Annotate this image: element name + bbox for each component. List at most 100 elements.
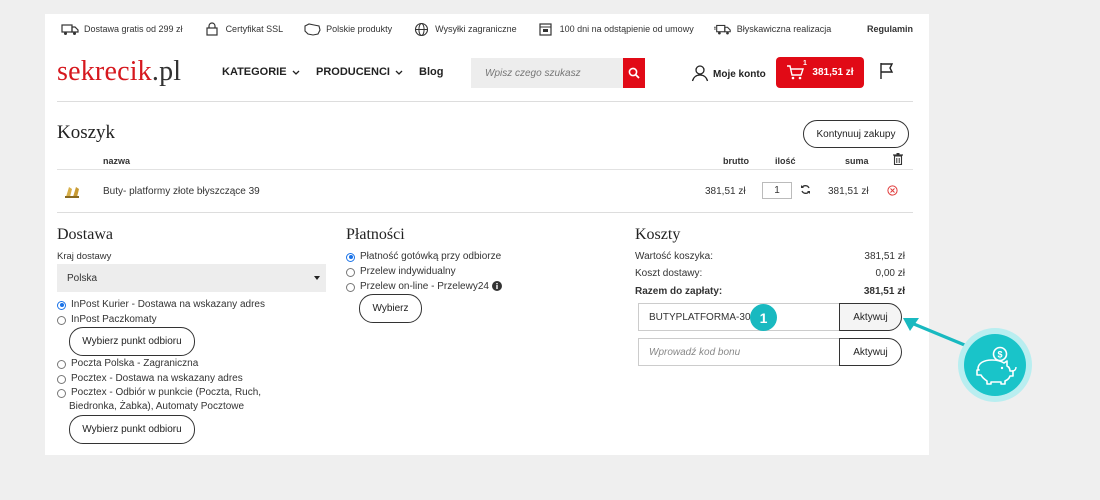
chevron-down-icon — [395, 68, 403, 77]
radio-checked[interactable] — [57, 300, 66, 310]
activate-voucher-button[interactable]: Aktywuj — [839, 338, 902, 366]
shipping-label: Koszt dostawy: — [635, 268, 703, 279]
delivery-option-inpost-paczkomaty[interactable]: InPost Paczkomaty — [57, 313, 157, 327]
total-label: Razem do zapłaty: — [635, 286, 723, 297]
activate-promo-button[interactable]: Aktywuj — [839, 303, 902, 331]
search-button[interactable] — [623, 58, 645, 88]
country-select[interactable]: Polska — [57, 264, 326, 292]
radio[interactable] — [57, 315, 66, 325]
search-icon — [628, 67, 640, 79]
radio[interactable] — [57, 359, 66, 369]
option-label: Przelew indywidualny — [360, 266, 456, 277]
option-label: Przelew on-line - Przelewy24 — [360, 281, 489, 292]
nav-kategorie[interactable]: KATEGORIE — [222, 66, 300, 78]
total-row: Razem do zapłaty: 381,51 zł — [635, 286, 905, 297]
choose-pickup-point-button-2[interactable]: Wybierz punkt odbioru — [69, 415, 195, 444]
voucher-code-input[interactable]: Wprowadź kod bonu — [638, 338, 840, 366]
product-name-link[interactable]: Buty- platformy złote błyszczące 39 — [103, 186, 260, 197]
continue-shopping-button[interactable]: Kontynuuj zakupy — [803, 120, 909, 148]
choose-payment-button[interactable]: Wybierz — [359, 294, 422, 323]
cart-value-label: Wartość koszyka: — [635, 251, 713, 262]
regulamin-link[interactable]: Regulamin — [867, 24, 913, 34]
cart-value-row: Wartość koszyka: 381,51 zł — [635, 251, 905, 262]
language-flag-icon[interactable] — [879, 62, 895, 85]
total-value: 381,51 zł — [863, 286, 905, 297]
payment-option-cash[interactable]: Płatność gotówką przy odbiorze — [346, 250, 501, 264]
refresh-icon[interactable] — [800, 184, 811, 198]
delivery-option-poczta-zagraniczna[interactable]: Poczta Polska - Zagraniczna — [57, 357, 198, 371]
costs-title: Koszty — [635, 226, 681, 243]
delivery-title: Dostawa — [57, 226, 113, 243]
trash-icon[interactable] — [893, 153, 903, 167]
col-sum: suma — [845, 156, 869, 166]
ssl-icon — [203, 22, 221, 36]
step-marker: 1 — [750, 304, 777, 331]
country-label: Kraj dostawy — [57, 251, 112, 262]
delivery-option-inpost-kurier[interactable]: InPost Kurier - Dostawa na wskazany adre… — [57, 298, 265, 312]
shipping-value: 0,00 zł — [875, 268, 905, 279]
cart-button[interactable]: 1 381,51 zł — [776, 57, 864, 88]
option-label: Pocztex - Odbiór w punkcie (Poczta, Ruch… — [71, 387, 262, 398]
site-header: sekrecik.pl KATEGORIE PRODUCENCI Blog Wp… — [57, 44, 913, 102]
topbar-item-ssl: Certyfikat SSL — [203, 22, 284, 36]
topbar-label: Błyskawiczna realizacja — [736, 24, 832, 34]
payment-option-przelewy24[interactable]: Przelew on-line - Przelewy24 — [346, 280, 502, 294]
remove-item-icon[interactable] — [887, 185, 898, 199]
calendar-icon — [537, 22, 555, 36]
topbar-item-polish: Polskie produkty — [303, 22, 392, 36]
nav-label: KATEGORIE — [222, 66, 287, 78]
nav-label: Blog — [419, 66, 444, 78]
quantity-input[interactable]: 1 — [762, 182, 792, 199]
option-label: Pocztex - Dostawa na wskazany adres — [71, 373, 243, 384]
product-thumbnail-icon[interactable] — [64, 183, 84, 202]
account-link[interactable]: Moje konto — [691, 64, 766, 85]
delivery-icon — [61, 22, 79, 36]
payment-title: Płatności — [346, 226, 405, 243]
cart-total: 381,51 zł — [812, 67, 854, 78]
option-label: InPost Paczkomaty — [71, 314, 157, 325]
top-info-bar: Dostawa gratis od 299 zł Certyfikat SSL … — [61, 14, 913, 44]
country-value: Polska — [67, 272, 98, 284]
radio-checked[interactable] — [346, 252, 355, 262]
logo-tld: .pl — [151, 56, 182, 87]
caret-down-icon — [314, 276, 320, 280]
nav-blog[interactable]: Blog — [419, 66, 443, 78]
choose-pickup-point-button[interactable]: Wybierz punkt odbioru — [69, 327, 195, 356]
delivery-option-pocztex-punkt[interactable]: Pocztex - Odbiór w punkcie (Poczta, Ruch… — [57, 386, 261, 400]
cart-value: 381,51 zł — [864, 251, 905, 262]
option-label: Poczta Polska - Zagraniczna — [71, 358, 199, 369]
topbar-label: Wysyłki zagraniczne — [435, 24, 517, 34]
globe-icon — [412, 22, 430, 36]
topbar-label: Dostawa gratis od 299 zł — [84, 24, 183, 34]
option-label: InPost Kurier - Dostawa na wskazany adre… — [71, 299, 265, 310]
col-price: brutto — [723, 156, 749, 166]
topbar-item-fast: Błyskawiczna realizacja — [713, 22, 832, 36]
cart-table-header: nazwa brutto ilość suma — [57, 152, 913, 170]
shipping-row: Koszt dostawy: 0,00 zł — [635, 268, 905, 279]
cart-count-badge: 1 — [803, 60, 807, 67]
logo[interactable]: sekrecik.pl — [57, 56, 181, 88]
option-label: Płatność gotówką przy odbiorze — [360, 251, 502, 262]
delivery-option-pocztex-adres[interactable]: Pocztex - Dostawa na wskazany adres — [57, 372, 243, 386]
nav-producenci[interactable]: PRODUCENCI — [316, 66, 403, 78]
payment-option-transfer[interactable]: Przelew indywidualny — [346, 265, 456, 279]
radio[interactable] — [57, 388, 66, 398]
cart-title: Koszyk — [57, 122, 116, 143]
info-icon[interactable] — [491, 281, 502, 291]
svg-text:$: $ — [997, 350, 1002, 360]
radio[interactable] — [346, 282, 355, 292]
page: Dostawa gratis od 299 zł Certyfikat SSL … — [45, 14, 929, 455]
topbar-label: Certyfikat SSL — [225, 24, 284, 34]
poland-map-icon — [303, 22, 321, 36]
promo-code-input[interactable]: BUTYPLATFORMA-30 — [638, 303, 840, 331]
radio[interactable] — [57, 374, 66, 384]
topbar-label: 100 dni na odstąpienie od umowy — [559, 24, 694, 34]
col-qty: ilość — [775, 156, 796, 166]
radio[interactable] — [346, 267, 355, 277]
user-icon — [691, 64, 709, 85]
cart-icon — [786, 65, 805, 80]
search-input[interactable]: Wpisz czego szukasz — [471, 58, 645, 88]
chevron-down-icon — [292, 68, 300, 77]
topbar-item-delivery: Dostawa gratis od 299 zł — [61, 22, 183, 36]
logo-main: sekrecik — [57, 56, 152, 87]
